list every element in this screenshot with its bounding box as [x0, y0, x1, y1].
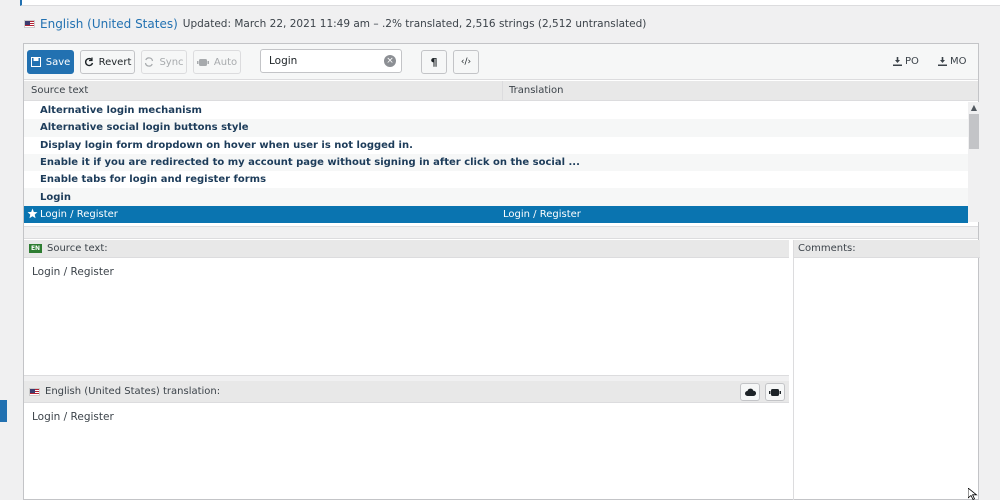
source-pane-label: Source text: [47, 243, 108, 254]
auto-translate-button[interactable]: Auto [193, 50, 241, 74]
table-row[interactable]: Alternative social login buttons style [24, 119, 968, 137]
scroll-up-icon[interactable]: ▲ [968, 102, 980, 114]
source-cell: Login / Register [40, 208, 118, 220]
save-label: Save [45, 56, 71, 68]
comments-pane: Comments: [793, 240, 980, 500]
source-cell: Alternative social login buttons style [40, 122, 249, 134]
list-scrollbar[interactable]: ▲ [968, 102, 980, 222]
string-list: Alternative login mechanism Alternative … [24, 102, 968, 226]
download-icon [893, 57, 902, 66]
toggle-code-button[interactable]: ‹/› [453, 50, 479, 74]
robot-icon [769, 389, 781, 396]
top-notice-border [20, 0, 1000, 6]
source-pane-header: EN Source text: [24, 240, 789, 258]
download-icon [938, 57, 947, 66]
translation-cell: Login / Register [503, 208, 581, 220]
comments-textarea[interactable] [794, 258, 980, 274]
mouse-cursor-icon [968, 488, 978, 500]
download-po-button[interactable]: PO [893, 56, 919, 67]
source-cell: Display login form dropdown on hover whe… [40, 139, 413, 151]
editing-panes: EN Source text: Login / Register English… [24, 240, 789, 500]
clear-search-icon[interactable]: × [384, 55, 396, 67]
comments-pane-header: Comments: [794, 240, 980, 258]
editor-header: English (United States) Updated: March 2… [24, 16, 646, 32]
translation-meta: Updated: March 22, 2021 11:49 am – .2% t… [182, 18, 647, 30]
table-row[interactable]: Login [24, 188, 968, 206]
sync-label: Sync [159, 56, 184, 68]
auto-translate-row-button[interactable] [765, 383, 785, 401]
sync-button[interactable]: Sync [141, 50, 187, 74]
sync-icon [145, 57, 154, 67]
search-input[interactable] [261, 50, 379, 72]
mo-label: MO [950, 56, 967, 67]
source-cell: Enable tabs for login and register forms [40, 174, 267, 186]
save-icon [30, 57, 41, 67]
comments-label: Comments: [798, 243, 856, 254]
code-icon: ‹/› [460, 57, 472, 67]
side-tab[interactable] [0, 400, 7, 422]
revert-label: Revert [98, 56, 132, 68]
table-row-selected[interactable]: Login / Register Login / Register [24, 205, 968, 224]
table-row[interactable]: Display login form dropdown on hover whe… [24, 137, 968, 154]
source-cell: Alternative login mechanism [40, 105, 202, 117]
us-flag-icon [29, 387, 40, 396]
table-row[interactable]: Alternative login mechanism [24, 102, 968, 119]
revert-icon [84, 57, 93, 67]
source-cell: Login [40, 191, 71, 203]
table-row[interactable]: Enable it if you are redirected to my ac… [24, 153, 968, 172]
save-button[interactable]: Save [27, 50, 74, 74]
pane-splitter[interactable] [24, 226, 978, 239]
star-icon [27, 208, 38, 219]
scroll-thumb[interactable] [969, 114, 979, 149]
en-flag-icon: EN [29, 244, 42, 253]
translation-pane-header: English (United States) translation: [24, 381, 789, 403]
table-row[interactable]: Enable tabs for login and register forms [24, 171, 968, 188]
download-mo-button[interactable]: MO [938, 56, 967, 67]
column-source-header[interactable]: Source text [31, 85, 88, 96]
pilcrow-icon: ¶ [430, 55, 438, 69]
us-flag-icon [24, 20, 35, 28]
translation-pane-label: English (United States) translation: [45, 386, 221, 397]
grid-header: Source text Translation [24, 81, 978, 101]
translation-textarea[interactable]: Login / Register [24, 403, 789, 431]
toggle-invisibles-button[interactable]: ¶ [421, 50, 447, 74]
cloud-button[interactable] [740, 383, 760, 401]
robot-icon [196, 59, 209, 66]
source-text: Login / Register [32, 266, 114, 278]
toolbar: Save Revert Sync Auto × ¶ ‹/› PO [24, 44, 978, 80]
auto-label: Auto [213, 56, 238, 68]
revert-button[interactable]: Revert [80, 50, 135, 74]
translation-editor: Save Revert Sync Auto × ¶ ‹/› PO [23, 43, 980, 500]
source-cell: Enable it if you are redirected to my ac… [40, 157, 580, 169]
search-box: × [260, 49, 402, 73]
cloud-icon [744, 388, 756, 396]
po-label: PO [905, 56, 919, 67]
language-link[interactable]: English (United States) [40, 17, 178, 31]
column-translation-header[interactable]: Translation [502, 81, 564, 101]
